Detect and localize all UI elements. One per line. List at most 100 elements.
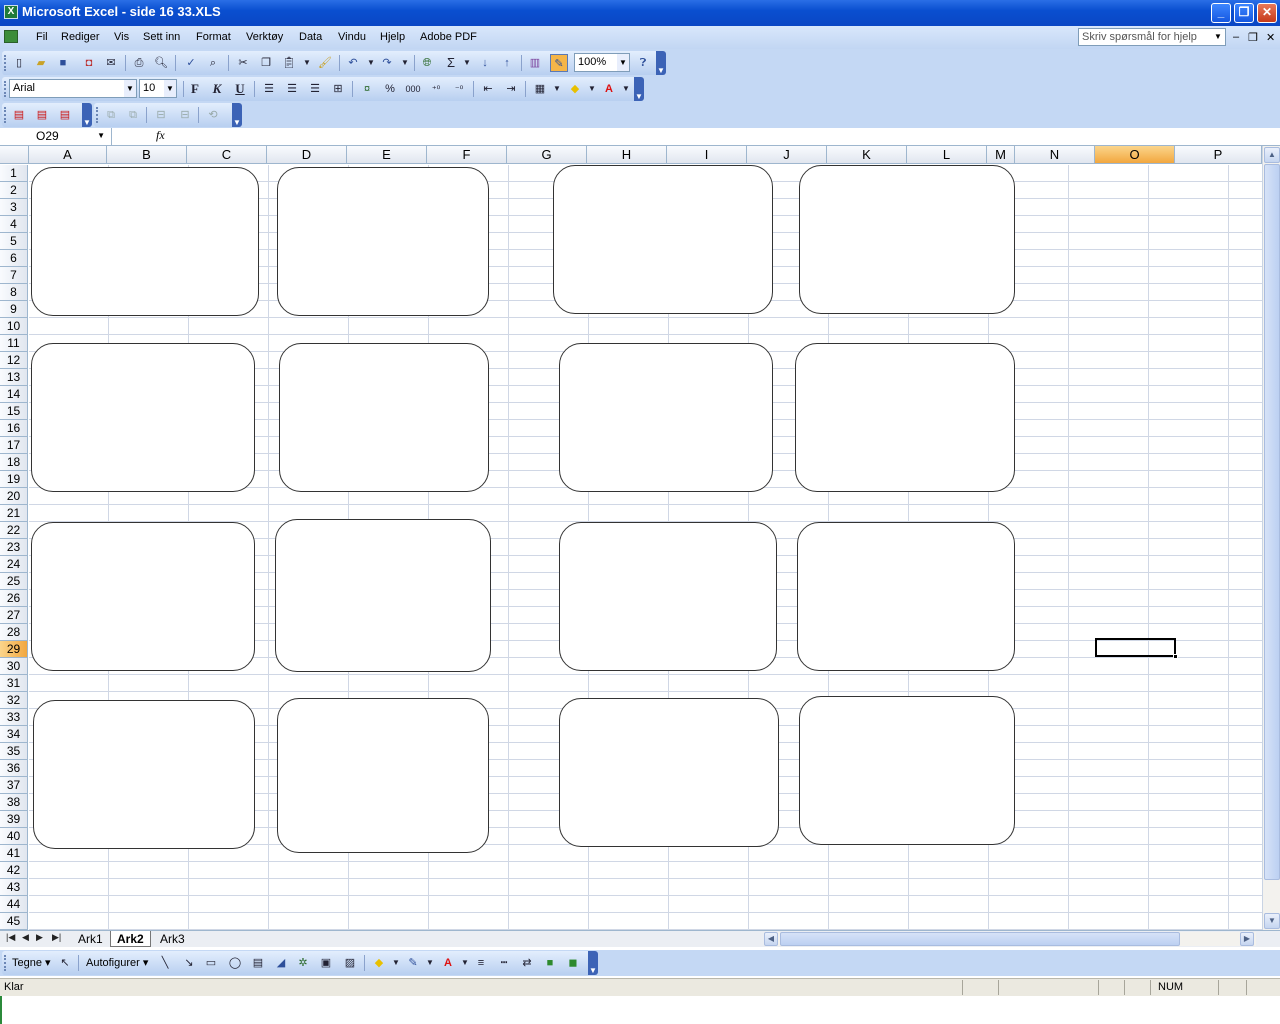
permission-icon[interactable]: ◘ (80, 54, 98, 72)
rounded-rectangle-shape[interactable] (559, 522, 777, 671)
row-header-31[interactable]: 31 (0, 675, 28, 692)
chevron-down-icon[interactable]: ▼ (124, 80, 136, 97)
pdf-review-icon[interactable]: ▤ (56, 106, 74, 124)
chevron-down-icon[interactable]: ▼ (458, 54, 476, 72)
menu-format[interactable]: Format (196, 31, 231, 43)
align-center-icon[interactable]: ☰ (283, 80, 301, 98)
row-header-4[interactable]: 4 (0, 216, 28, 233)
row-header-24[interactable]: 24 (0, 556, 28, 573)
column-header-o[interactable]: O (1095, 146, 1175, 164)
toolbar-options-icon[interactable]: ▼ (82, 103, 92, 127)
email-icon[interactable]: ✉ (102, 54, 120, 72)
column-header-b[interactable]: B (107, 146, 187, 164)
column-header-g[interactable]: G (507, 146, 587, 164)
column-header-e[interactable]: E (347, 146, 427, 164)
new-icon[interactable]: ▯ (10, 54, 28, 72)
row-header-26[interactable]: 26 (0, 590, 28, 607)
copy-icon[interactable]: ❐ (257, 54, 275, 72)
column-header-l[interactable]: L (907, 146, 987, 164)
row-header-35[interactable]: 35 (0, 743, 28, 760)
doc-minimize-button[interactable]: – (1233, 31, 1239, 43)
rounded-rectangle-shape[interactable] (553, 165, 773, 314)
row-header-23[interactable]: 23 (0, 539, 28, 556)
rounded-rectangle-shape[interactable] (31, 167, 259, 316)
rounded-rectangle-shape[interactable] (559, 343, 773, 492)
row-header-3[interactable]: 3 (0, 199, 28, 216)
oval-icon[interactable]: ◯ (226, 954, 244, 972)
chevron-down-icon[interactable]: ▼ (583, 80, 601, 98)
row-header-42[interactable]: 42 (0, 862, 28, 879)
arrow-icon[interactable]: ↘ (180, 954, 198, 972)
print-preview-icon[interactable]: 🔍︎ (152, 54, 170, 72)
row-header-1[interactable]: 1 (0, 165, 28, 182)
font-color-icon[interactable]: A (600, 80, 618, 98)
menu-rediger[interactable]: Rediger (61, 31, 100, 43)
menu-adobe-pdf[interactable]: Adobe PDF (420, 31, 477, 43)
row-header-10[interactable]: 10 (0, 318, 28, 335)
borders-icon[interactable]: ▦ (531, 80, 549, 98)
chevron-down-icon[interactable]: ▼ (387, 954, 405, 972)
row-header-17[interactable]: 17 (0, 437, 28, 454)
chart-wizard-icon[interactable]: ▥ (526, 54, 544, 72)
name-box[interactable]: O29 ▼ (2, 128, 112, 145)
column-header-f[interactable]: F (427, 146, 507, 164)
menu-hjelp[interactable]: Hjelp (380, 31, 405, 43)
doc-restore-button[interactable]: ❐ (1248, 31, 1258, 44)
last-sheet-icon[interactable]: ▶| (52, 932, 61, 943)
toolbar-grip[interactable] (4, 955, 7, 971)
picture-icon[interactable]: ▨ (341, 954, 359, 972)
row-header-15[interactable]: 15 (0, 403, 28, 420)
scroll-right-icon[interactable]: ▶ (1240, 932, 1254, 946)
rounded-rectangle-shape[interactable] (277, 167, 489, 316)
toolbar-options-icon[interactable]: ▼ (634, 77, 644, 101)
row-header-37[interactable]: 37 (0, 777, 28, 794)
close-button[interactable]: ✕ (1257, 3, 1277, 23)
toolbar-options-icon[interactable]: ▼ (656, 51, 666, 75)
row-header-36[interactable]: 36 (0, 760, 28, 777)
row-header-19[interactable]: 19 (0, 471, 28, 488)
cell-area[interactable] (29, 165, 1262, 930)
row-header-38[interactable]: 38 (0, 794, 28, 811)
row-header-41[interactable]: 41 (0, 845, 28, 862)
menu-data[interactable]: Data (299, 31, 322, 43)
horizontal-scrollbar[interactable]: ◀ ▶ (764, 932, 1256, 946)
vertical-scroll-thumb[interactable] (1264, 164, 1280, 880)
row-header-32[interactable]: 32 (0, 692, 28, 709)
toolbar-grip[interactable] (4, 55, 7, 71)
sort-ascending-icon[interactable]: ↓ (476, 54, 494, 72)
fill-color-icon[interactable]: ◆ (566, 80, 584, 98)
help-icon[interactable]: ❓︎ (634, 54, 652, 72)
text-box-icon[interactable]: ▤ (249, 954, 267, 972)
row-header-9[interactable]: 9 (0, 301, 28, 318)
column-header-j[interactable]: J (747, 146, 827, 164)
wordart-icon[interactable]: ◢ (272, 954, 290, 972)
row-header-34[interactable]: 34 (0, 726, 28, 743)
column-header-c[interactable]: C (187, 146, 267, 164)
diagram-icon[interactable]: ✲ (294, 954, 312, 972)
undo-icon[interactable]: ↶ (344, 54, 362, 72)
menu-vindu[interactable]: Vindu (338, 31, 366, 43)
shadow-style-icon[interactable]: ■ (541, 954, 559, 972)
row-header-14[interactable]: 14 (0, 386, 28, 403)
scroll-up-icon[interactable]: ▲ (1264, 147, 1280, 163)
paste-icon[interactable]: 📋︎ (280, 54, 298, 72)
row-header-11[interactable]: 11 (0, 335, 28, 352)
align-left-icon[interactable]: ☰ (260, 80, 278, 98)
next-sheet-icon[interactable]: ▶ (36, 932, 43, 943)
toolbar-grip[interactable] (96, 107, 99, 123)
row-header-45[interactable]: 45 (0, 913, 28, 930)
doc-close-button[interactable]: ✕ (1266, 31, 1275, 44)
row-header-20[interactable]: 20 (0, 488, 28, 505)
decrease-indent-icon[interactable]: ⇤ (479, 80, 497, 98)
row-header-40[interactable]: 40 (0, 828, 28, 845)
row-header-43[interactable]: 43 (0, 879, 28, 896)
maximize-button[interactable]: ❐ (1234, 3, 1254, 23)
decrease-decimal-icon[interactable]: ⁻⁰ (450, 80, 468, 98)
rounded-rectangle-shape[interactable] (277, 698, 489, 853)
chevron-down-icon[interactable]: ▼ (298, 54, 316, 72)
toolbar-options-icon[interactable]: ▼ (232, 103, 242, 127)
rounded-rectangle-shape[interactable] (559, 698, 779, 847)
column-header-k[interactable]: K (827, 146, 907, 164)
scroll-down-icon[interactable]: ▼ (1264, 913, 1280, 929)
bold-button[interactable]: F (186, 80, 204, 98)
